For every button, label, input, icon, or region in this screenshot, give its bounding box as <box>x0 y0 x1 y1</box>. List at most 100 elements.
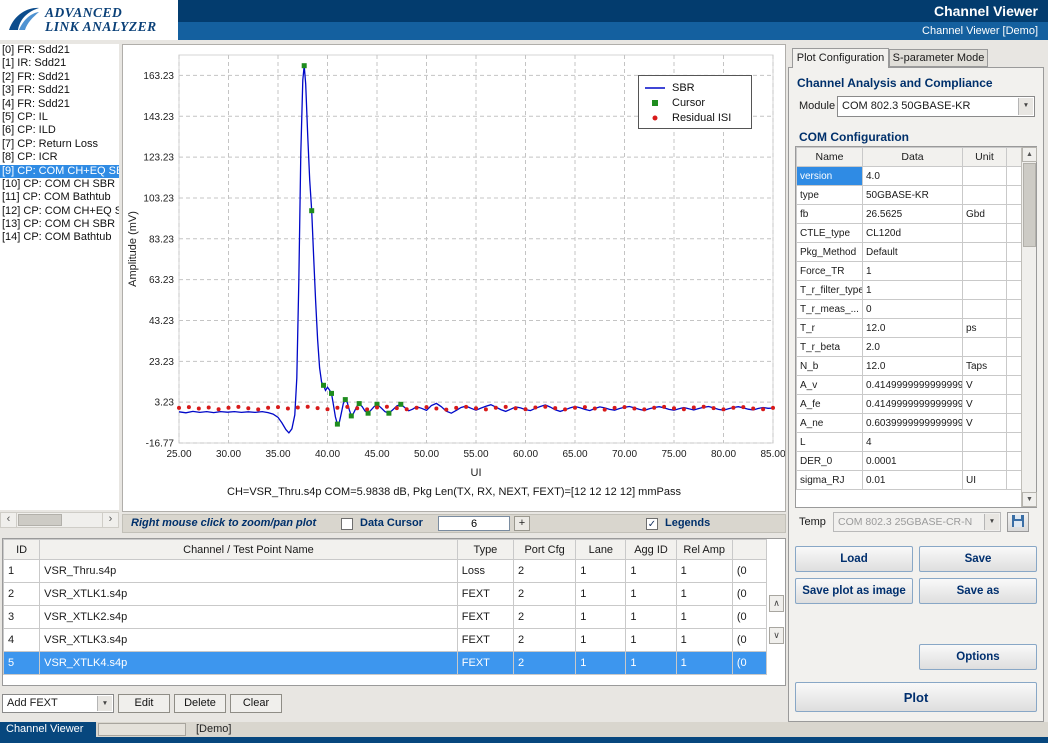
config-table-cell[interactable]: 12.0 <box>863 357 963 376</box>
config-table-row[interactable]: A_fe0.41499999999999998V <box>797 395 1023 414</box>
config-table-cell[interactable]: Pkg_Method <box>797 243 863 262</box>
scrollbar-down-button[interactable]: ▼ <box>1022 492 1037 507</box>
signal-list-item[interactable]: [13] CP: COM CH SBR <box>0 218 119 231</box>
signal-list-item[interactable]: [5] CP: IL <box>0 111 119 124</box>
config-table-cell[interactable]: T_r <box>797 319 863 338</box>
config-table-cell[interactable] <box>963 262 1007 281</box>
channel-table-cell[interactable]: 1 <box>576 560 626 583</box>
plot-button[interactable]: Plot <box>795 682 1037 712</box>
config-table-cell[interactable]: 4.0 <box>863 167 963 186</box>
channel-table-row[interactable]: 1VSR_Thru.s4pLoss2111(0 <box>4 560 767 583</box>
channel-table-cell[interactable]: VSR_XTLK3.s4p <box>40 629 458 652</box>
channel-table-cell[interactable]: (0 <box>732 629 766 652</box>
config-table-cell[interactable]: 12.0 <box>863 319 963 338</box>
config-table-cell[interactable]: sigma_RJ <box>797 471 863 490</box>
config-table-cell[interactable]: 1 <box>863 262 963 281</box>
config-table-row[interactable]: Pkg_MethodDefault <box>797 243 1023 262</box>
config-table-cell[interactable]: N_b <box>797 357 863 376</box>
channel-table-row[interactable]: 2VSR_XTLK1.s4pFEXT2111(0 <box>4 583 767 606</box>
channel-table-cell[interactable]: Loss <box>457 560 513 583</box>
signal-list-item[interactable]: [3] FR: Sdd21 <box>0 84 119 97</box>
config-table-cell[interactable]: T_r_beta <box>797 338 863 357</box>
channel-table-cell[interactable]: 1 <box>676 629 732 652</box>
channel-table-row[interactable]: 3VSR_XTLK2.s4pFEXT2111(0 <box>4 606 767 629</box>
channel-table-cell[interactable]: 2 <box>514 606 576 629</box>
scrollbar-thumb[interactable] <box>1023 163 1036 247</box>
config-table-row[interactable]: version4.0 <box>797 167 1023 186</box>
config-table-row[interactable]: Force_TR1 <box>797 262 1023 281</box>
config-table-cell[interactable]: T_r_meas_... <box>797 300 863 319</box>
config-table-cell[interactable]: Force_TR <box>797 262 863 281</box>
channel-table-cell[interactable]: 2 <box>514 583 576 606</box>
save-plot-as-image-button[interactable]: Save plot as image <box>795 578 913 604</box>
signal-list-item[interactable]: [14] CP: COM Bathtub <box>0 231 119 244</box>
scrollbar-up-button[interactable]: ▲ <box>1022 147 1037 162</box>
channel-table-cell[interactable]: VSR_XTLK1.s4p <box>40 583 458 606</box>
config-table-row[interactable]: T_r_filter_type1 <box>797 281 1023 300</box>
channel-table-cell[interactable]: 2 <box>514 629 576 652</box>
config-table-cell[interactable] <box>963 452 1007 471</box>
config-table-row[interactable]: T_r12.0ps <box>797 319 1023 338</box>
channel-table-cell[interactable]: 3 <box>4 606 40 629</box>
channel-table-header[interactable]: Port Cfg <box>514 540 576 560</box>
config-table-cell[interactable]: A_fe <box>797 395 863 414</box>
channel-table-cell[interactable]: 1 <box>576 629 626 652</box>
channel-table-header[interactable] <box>732 540 766 560</box>
config-table-cell[interactable]: CL120d <box>863 224 963 243</box>
config-table-header[interactable]: Data <box>863 148 963 167</box>
channel-table-cell[interactable]: FEXT <box>457 583 513 606</box>
signal-list-item[interactable]: [7] CP: Return Loss <box>0 138 119 151</box>
channel-table-cell[interactable]: VSR_XTLK2.s4p <box>40 606 458 629</box>
channel-table-cell[interactable]: 1 <box>626 652 676 675</box>
config-table-cell[interactable] <box>963 186 1007 205</box>
channel-table-cell[interactable]: 1 <box>576 583 626 606</box>
config-table-cell[interactable] <box>963 338 1007 357</box>
increment-button[interactable]: + <box>514 516 530 531</box>
edit-button[interactable]: Edit <box>118 694 170 713</box>
config-table-scrollbar[interactable]: ▲ ▼ <box>1021 147 1036 507</box>
config-table-row[interactable]: type50GBASE-KR <box>797 186 1023 205</box>
config-table-cell[interactable]: V <box>963 376 1007 395</box>
delete-button[interactable]: Delete <box>174 694 226 713</box>
channel-table-header[interactable]: ID <box>4 540 40 560</box>
channel-table-cell[interactable]: FEXT <box>457 606 513 629</box>
config-table-cell[interactable]: 0.01 <box>863 471 963 490</box>
config-table-cell[interactable]: 50GBASE-KR <box>863 186 963 205</box>
config-table-header[interactable]: Unit <box>963 148 1007 167</box>
config-table-cell[interactable]: 0.60399999999999998 <box>863 414 963 433</box>
config-table-cell[interactable]: DER_0 <box>797 452 863 471</box>
signal-list-item[interactable]: [4] FR: Sdd21 <box>0 98 119 111</box>
config-table-cell[interactable] <box>963 281 1007 300</box>
temp-dropdown[interactable]: COM 802.3 25GBASE-CR-N ▼ <box>833 512 1001 532</box>
config-table-cell[interactable]: 0.0001 <box>863 452 963 471</box>
channel-table-cell[interactable]: 1 <box>676 606 732 629</box>
signal-list-item[interactable]: [10] CP: COM CH SBR <box>0 178 119 191</box>
tab-plot-configuration[interactable]: Plot Configuration <box>792 48 889 68</box>
channel-table-cell[interactable]: 1 <box>626 629 676 652</box>
channel-table-cell[interactable]: (0 <box>732 560 766 583</box>
channel-table-cell[interactable]: FEXT <box>457 652 513 675</box>
signal-list-item[interactable]: [1] IR: Sdd21 <box>0 57 119 70</box>
channel-table-cell[interactable]: (0 <box>732 583 766 606</box>
clear-button[interactable]: Clear <box>230 694 282 713</box>
config-table-cell[interactable]: fb <box>797 205 863 224</box>
module-dropdown[interactable]: COM 802.3 50GBASE-KR ▼ <box>837 96 1035 117</box>
signal-list-item[interactable]: [8] CP: ICR <box>0 151 119 164</box>
channel-table-header[interactable]: Type <box>457 540 513 560</box>
scroll-left-button[interactable]: ‹ <box>1 513 17 527</box>
config-table-cell[interactable]: V <box>963 395 1007 414</box>
config-table-cell[interactable]: 26.5625 <box>863 205 963 224</box>
channel-table-cell[interactable]: 1 <box>626 606 676 629</box>
config-table-cell[interactable] <box>963 433 1007 452</box>
save-button[interactable]: Save <box>919 546 1037 572</box>
config-table-cell[interactable]: Taps <box>963 357 1007 376</box>
tab-s-parameter-mode[interactable]: S-parameter Mode <box>889 49 988 67</box>
config-table-cell[interactable]: CTLE_type <box>797 224 863 243</box>
config-table-row[interactable]: fb26.5625Gbd <box>797 205 1023 224</box>
config-table-cell[interactable]: version <box>797 167 863 186</box>
channel-table-cell[interactable]: 2 <box>514 560 576 583</box>
config-table-cell[interactable] <box>963 243 1007 262</box>
cursor-count-input[interactable] <box>438 516 510 531</box>
config-table-cell[interactable]: type <box>797 186 863 205</box>
config-table-row[interactable]: L4 <box>797 433 1023 452</box>
